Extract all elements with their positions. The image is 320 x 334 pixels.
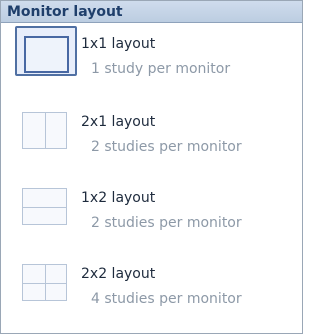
layout-1x2-icon [22, 188, 67, 225]
layout-subtitle: 2 studies per monitor [91, 215, 242, 231]
divider-line [23, 206, 66, 208]
layout-2x1-icon [22, 112, 67, 149]
divider-line [23, 282, 66, 284]
thumb-container [15, 256, 77, 306]
layout-option-1x1[interactable]: 1x1 layout 1 study per monitor [1, 24, 302, 94]
layout-option-2x2[interactable]: 2x2 layout 4 studies per monitor [1, 254, 302, 324]
thumb-container [15, 104, 77, 154]
divider-line [44, 113, 46, 148]
layout-subtitle: 1 study per monitor [91, 61, 231, 77]
layout-option-1x2[interactable]: 1x2 layout 2 studies per monitor [1, 178, 302, 248]
layout-title: 1x1 layout [81, 36, 156, 52]
thumb-container [15, 180, 77, 230]
panel-header: Monitor layout [1, 1, 302, 23]
monitor-layout-panel: Monitor layout 1x1 layout 1 study per mo… [0, 0, 303, 334]
layout-2x2-icon [22, 264, 67, 301]
layout-title: 2x2 layout [81, 266, 156, 282]
layout-title: 2x1 layout [81, 114, 156, 130]
layout-1x1-icon [24, 36, 69, 73]
selection-highlight [15, 26, 77, 76]
layout-subtitle: 2 studies per monitor [91, 139, 242, 155]
layout-option-2x1[interactable]: 2x1 layout 2 studies per monitor [1, 102, 302, 172]
layout-title: 1x2 layout [81, 190, 156, 206]
layout-subtitle: 4 studies per monitor [91, 291, 242, 307]
